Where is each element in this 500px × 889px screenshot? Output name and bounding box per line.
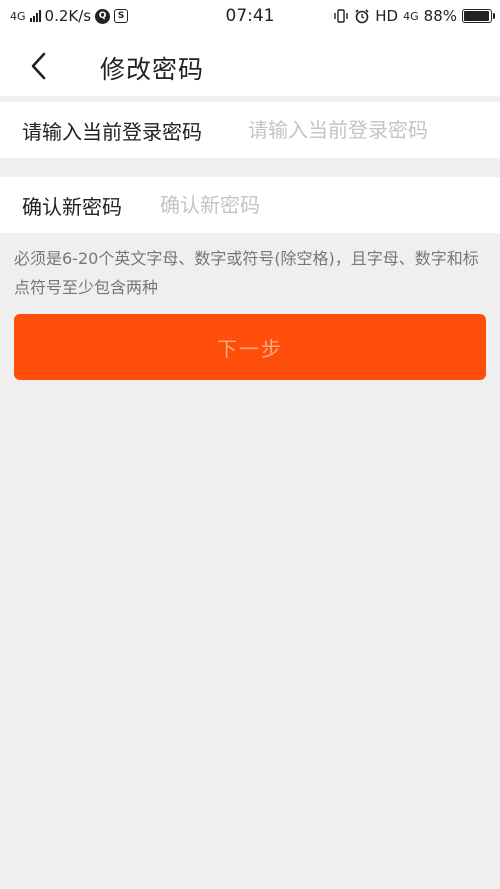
vibrate-icon [334, 9, 348, 23]
network-type-right: 4G [403, 9, 419, 23]
confirm-password-label: 确认新密码 [22, 194, 122, 219]
status-bar: 4G 0.2K/s Q S 07:41 HD 4G 88% [0, 0, 500, 34]
next-button[interactable]: 下一步 [14, 314, 486, 380]
password-hint: 必须是6-20个英文字母、数字或符号(除空格)，且字母、数字和标点符号至少包含两… [14, 249, 479, 297]
chevron-left-icon [31, 52, 46, 80]
status-right: HD 4G 88% [333, 7, 495, 25]
battery-icon [462, 9, 495, 23]
page-title: 修改密码 [100, 55, 205, 84]
battery-percent: 88% [423, 7, 457, 25]
hd-indicator: HD [375, 7, 399, 25]
nav-bar: 修改密码 [0, 34, 500, 96]
current-password-label: 请输入当前登录密码 [22, 119, 202, 144]
back-button[interactable] [22, 48, 58, 84]
current-password-row: 请输入当前登录密码 [0, 102, 500, 158]
current-password-input[interactable] [248, 110, 442, 150]
change-password-screen: 4G 0.2K/s Q S 07:41 HD 4G 88% 修改密码 请输入当前… [0, 0, 500, 889]
alarm-icon [355, 9, 369, 24]
confirm-password-row: 确认新密码 [0, 177, 500, 233]
confirm-password-input[interactable] [160, 185, 460, 225]
